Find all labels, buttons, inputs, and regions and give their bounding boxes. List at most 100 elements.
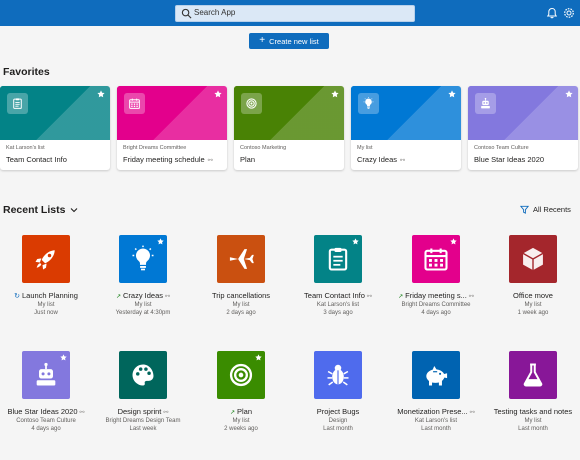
list-owner: My list [37,302,55,308]
list-owner: Bright Dreams Committee [401,302,471,308]
recent-list-tile[interactable]: ↗ Plan My list 2 weeks ago [193,351,289,451]
list-name: Monetization Prese... [397,407,468,416]
list-icon-tile [217,351,265,399]
create-new-list-button[interactable]: + Create new list [249,33,329,49]
all-recents-filter[interactable]: All Recents [520,205,571,214]
favorite-card-banner [351,86,461,140]
trending-icon: ↗ [398,294,404,300]
recent-lists-heading[interactable]: Recent Lists [3,204,78,216]
list-time: Yesterday at 4:30pm [115,310,171,316]
list-time: 4 days ago [31,426,61,432]
recent-list-tile[interactable]: Blue Star Ideas 2020 ⚯ Contoso Team Cultur… [0,351,94,451]
clipboard-icon [13,98,22,109]
recent-list-tile[interactable]: ↻ Launch Planning My list Just now [0,235,94,335]
favorite-card-name: Team Contact Info [6,155,67,164]
favorite-card[interactable]: Contoso Marketing Plan [234,86,344,170]
favorite-card-badge [124,93,145,114]
shared-icon: ⚯ [469,410,475,416]
favorite-card[interactable]: Contoso Team Culture Blue Star Ideas 2020 [468,86,578,170]
list-title: ↗ Friday meeting s... ⚯ [388,291,484,300]
list-title: Blue Star Ideas 2020 ⚯ [0,407,94,416]
star-icon [214,90,222,98]
target-icon [246,98,257,109]
cube-icon [522,247,544,271]
search-icon [181,8,192,19]
recent-list-tile[interactable]: Design sprint ⚯ Bright Dreams Design Team L… [95,351,191,451]
clipboard-icon [328,247,348,271]
recent-list-tile[interactable]: Monetization Prese... ⚯ Kat Larson's list L… [388,351,484,451]
list-name: Team Contact Info [304,291,365,300]
bug-icon [327,364,349,386]
calendar-icon [424,248,448,271]
list-title: ↻ Launch Planning [0,291,94,300]
list-time: Last month [323,426,353,432]
list-time: Just now [34,310,58,316]
list-icon-tile [314,351,362,399]
list-icon-tile [22,351,70,399]
plus-icon: + [259,35,266,46]
list-owner: Design [328,418,348,424]
favorites-heading: Favorites [3,66,50,78]
favorite-card[interactable]: My list Crazy Ideas ⚯ [351,86,461,170]
star-icon [331,90,339,98]
recent-list-tile[interactable]: Office move My list 1 week ago [485,235,580,335]
list-owner: Kat Larson's list [414,418,458,424]
recent-list-tile[interactable]: Testing tasks and notes My list Last month [485,351,580,451]
lightbulb-icon [363,97,374,109]
list-name: Crazy Ideas [122,291,164,300]
favorite-card-title: Blue Star Ideas 2020 [474,155,544,164]
recent-list-tile[interactable]: ↗ Friday meeting s... ⚯ Bright Dreams Commi… [388,235,484,335]
syncing-icon: ↻ [14,293,20,300]
favorite-card-badge [475,93,496,114]
flask-icon [523,363,543,387]
list-owner: My list [524,302,542,308]
list-title: Testing tasks and notes [485,407,580,416]
piggy-bank-icon [426,366,448,386]
star-icon [157,238,164,245]
list-owner: Contoso Team Culture [16,418,76,424]
shared-icon: ⚯ [468,294,474,300]
shared-icon: ⚯ [163,410,169,416]
list-name: Design sprint [117,407,162,416]
list-icon-tile [412,351,460,399]
recent-list-tile[interactable]: Trip cancellations My list 2 days ago [193,235,289,335]
favorite-card-title: Plan [240,155,255,164]
recent-list-tile[interactable]: ↗ Crazy Ideas ⚯ My list Yesterday at 4:30pm [95,235,191,335]
bell-icon[interactable] [546,7,558,19]
favorite-card-owner: Kat Larson's list [6,145,45,151]
search-box[interactable]: Search App [175,5,415,22]
list-icon-tile [119,235,167,283]
shared-icon: ⚯ [366,294,372,300]
list-title: Design sprint ⚯ [95,407,191,416]
target-icon [229,363,253,387]
shared-icon: ⚯ [207,158,213,164]
list-time: 2 days ago [226,310,256,316]
list-time: Last week [129,426,157,432]
list-time: 2 weeks ago [224,426,258,432]
favorite-card-banner [0,86,110,140]
recent-list-tile[interactable]: Team Contact Info ⚯ Kat Larson's list 3 day… [290,235,386,335]
robot-icon [36,362,56,386]
gear-icon[interactable] [563,7,575,19]
trending-icon: ↗ [229,410,235,416]
favorite-card-name: Plan [240,155,256,164]
shared-icon: ⚯ [165,294,171,300]
recent-list-tile[interactable]: Project Bugs Design Last month [290,351,386,451]
favorite-card-owner: Contoso Team Culture [474,145,529,151]
favorite-card[interactable]: Bright Dreams Committee Friday meeting sc… [117,86,227,170]
list-name: Blue Star Ideas 2020 [7,407,78,416]
list-icon-tile [509,235,557,283]
favorite-card-badge [358,93,379,114]
favorite-card-title: Friday meeting schedule ⚯ [123,155,213,164]
favorite-card-name: Friday meeting schedule [123,155,205,164]
favorite-card-banner [234,86,344,140]
list-name: Project Bugs [316,407,360,416]
favorite-card-title: Team Contact Info [6,155,67,164]
list-title: ↗ Crazy Ideas ⚯ [95,291,191,300]
favorite-card-badge [7,93,28,114]
list-title: Trip cancellations [193,291,289,300]
star-icon [352,238,359,245]
list-name: Plan [237,407,253,416]
favorite-card[interactable]: Kat Larson's list Team Contact Info [0,86,110,170]
list-icon-tile [412,235,460,283]
